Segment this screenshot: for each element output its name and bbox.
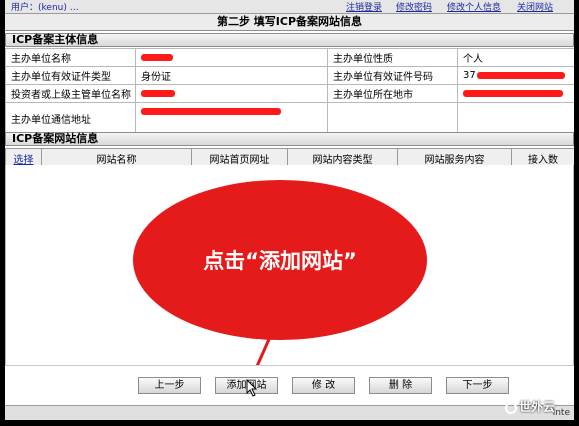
user-label: 用户：(kenu) … (11, 3, 79, 13)
redaction-mark (141, 89, 175, 97)
mouse-pointer-icon (246, 379, 258, 397)
label-investor: 投资者或上级主管单位名称 (5, 84, 136, 103)
value-address (135, 102, 328, 135)
button-bar: 上一步 添加网站 修 改 删 除 下一步 (5, 365, 574, 406)
label-id-type: 主办单位有效证件类型 (5, 66, 136, 85)
label-address: 主办单位通信地址 (5, 102, 136, 135)
value-org-nature: 个人 (457, 48, 574, 67)
subject-info-table: 主办单位名称 主办单位性质 个人 主办单位有效证件类型 身份证 主办单位有效证件… (5, 48, 574, 135)
label-city: 主办单位所在地市 (327, 84, 458, 103)
edit-button[interactable]: 修 改 (292, 377, 355, 394)
value-id-type: 身份证 (135, 66, 328, 85)
step-title: 第二步 填写ICP备案网站信息 (5, 14, 574, 31)
status-bar: Inte (5, 405, 574, 420)
delete-button[interactable]: 删 除 (369, 377, 432, 394)
value-id-number: 37 (457, 66, 574, 85)
top-nav: 用户：(kenu) … 注销登录 修改密码 修改个人信息 关闭网站 (5, 0, 574, 14)
nav-link-edit-profile[interactable]: 修改个人信息 (447, 0, 501, 13)
subject-section-header: ICP备案主体信息 (5, 33, 574, 47)
next-step-button[interactable]: 下一步 (446, 377, 509, 394)
table-row: 主办单位有效证件类型 身份证 主办单位有效证件号码 37 (5, 66, 574, 85)
website-section-header: ICP备案网站信息 (5, 132, 574, 146)
nav-link-logout[interactable]: 注销登录 (346, 0, 382, 13)
label-org-name: 主办单位名称 (5, 48, 136, 67)
annotation-text: 点击“添加网站” (203, 249, 357, 273)
brand-logo-icon (505, 401, 517, 414)
label-id-number: 主办单位有效证件号码 (327, 66, 458, 85)
redaction-mark (141, 53, 173, 61)
annotation-bubble: 点击“添加网站” (133, 180, 427, 340)
redaction-mark (463, 89, 563, 97)
redaction-mark (476, 71, 565, 79)
table-row: 主办单位通信地址 (5, 102, 574, 135)
value-org-name (135, 48, 328, 67)
nav-link-close[interactable]: 关闭网站 (517, 0, 553, 13)
status-zone-label: Inte (552, 408, 570, 418)
prev-step-button[interactable]: 上一步 (138, 377, 201, 394)
table-row: 主办单位名称 主办单位性质 个人 (5, 48, 574, 67)
redaction-mark (141, 107, 281, 115)
empty-cell (327, 102, 458, 135)
table-row: 投资者或上级主管单位名称 主办单位所在地市 (5, 84, 574, 103)
label-org-nature: 主办单位性质 (327, 48, 458, 67)
empty-cell (457, 102, 574, 135)
value-city (457, 84, 574, 103)
browser-page: 用户：(kenu) … 注销登录 修改密码 修改个人信息 关闭网站 第二步 填写… (5, 0, 574, 420)
value-investor (135, 84, 328, 103)
watermark: 世外云 (505, 398, 555, 415)
nav-link-change-password[interactable]: 修改密码 (396, 0, 432, 13)
